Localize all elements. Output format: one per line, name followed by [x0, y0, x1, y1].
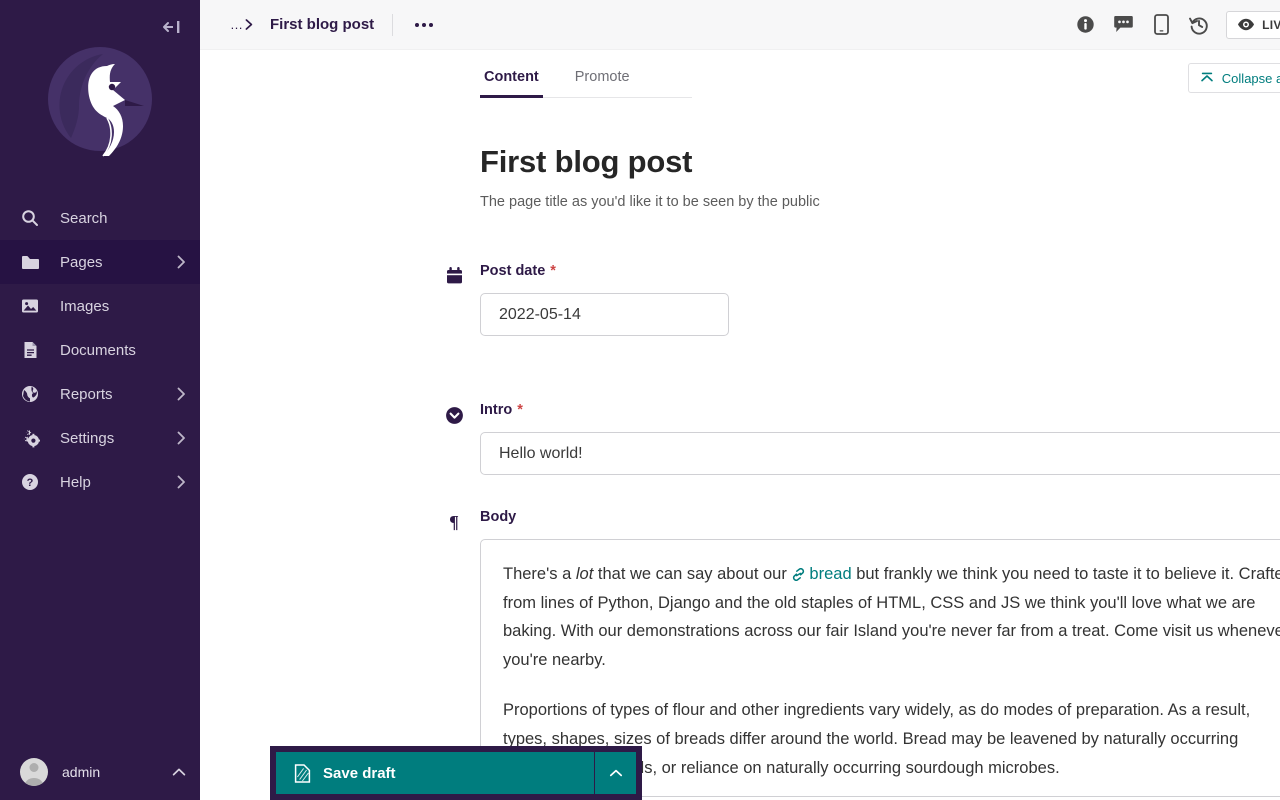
save-draft-label: Save draft [323, 764, 396, 782]
field-post-date: Post date * 2022-05-14 [200, 263, 1280, 336]
field-label-text: Post date [480, 263, 546, 279]
intro-input[interactable]: Hello world! [480, 432, 1280, 475]
sidebar-item-documents[interactable]: Documents [0, 328, 200, 372]
field-intro: Intro * Hello world! [200, 402, 1280, 475]
mobile-preview-icon[interactable] [1142, 6, 1180, 44]
history-icon[interactable] [1180, 6, 1218, 44]
body-text: There's a [503, 565, 576, 583]
calendar-icon [443, 265, 465, 287]
save-options-toggle[interactable] [594, 752, 636, 794]
main-content: … First blog post LIV Content Promote Co… [200, 0, 1280, 800]
comment-icon[interactable] [1104, 6, 1142, 44]
chevron-up-icon [609, 768, 623, 778]
body-text: that we can say about our [593, 565, 792, 583]
divider [392, 13, 394, 36]
live-button[interactable]: LIVE [1226, 10, 1280, 39]
page-title-breadcrumb: First blog post [270, 16, 375, 33]
action-bar: Save draft [270, 746, 642, 800]
chevron-right-icon [244, 18, 254, 31]
sidebar-item-label: Settings [60, 429, 115, 447]
globe-icon [20, 384, 40, 404]
tab-content[interactable]: Content [480, 69, 543, 98]
link-icon [791, 568, 806, 581]
page-title: First blog post [480, 144, 693, 179]
draft-document-icon [294, 763, 311, 783]
breadcrumb[interactable]: … [230, 17, 254, 32]
sidebar-item-reports[interactable]: Reports [0, 372, 200, 416]
sidebar-item-label: Images [60, 297, 110, 315]
topbar: … First blog post LIV [200, 0, 1280, 50]
collapse-sidebar-icon[interactable] [156, 12, 190, 42]
field-label-text: Body [480, 509, 517, 525]
sidebar-nav: Search Pages Images Documents Reports Se… [0, 196, 200, 504]
chevron-right-icon [177, 387, 186, 401]
more-actions-button[interactable] [411, 19, 437, 31]
sidebar-item-label: Pages [60, 253, 103, 271]
search-icon [20, 208, 40, 228]
intro-value: Hello world! [499, 444, 583, 462]
document-icon [20, 340, 40, 360]
user-avatar [20, 758, 48, 786]
collapse-icon [1200, 72, 1214, 84]
chevron-right-icon [177, 475, 186, 489]
sidebar-item-settings[interactable]: Settings [0, 416, 200, 460]
chevron-right-icon [177, 255, 186, 269]
folder-icon [20, 252, 40, 272]
field-label: Body [480, 509, 1280, 525]
sidebar-item-label: Help [60, 473, 91, 491]
breadcrumb-ellipsis: … [230, 17, 243, 32]
tabs-bar: Content Promote Collapse all [200, 50, 1280, 98]
post-date-input[interactable]: 2022-05-14 [480, 293, 729, 336]
sidebar-item-label: Reports [60, 385, 113, 403]
tabs: Content Promote [480, 50, 692, 98]
field-label: Post date * [480, 263, 1280, 279]
pilcrow-icon: ¶ [443, 511, 465, 533]
sidebar-item-label: Search [60, 209, 108, 227]
body-emphasis: lot [575, 565, 594, 583]
form-minimap[interactable] [1273, 115, 1280, 315]
tab-label: Content [484, 69, 539, 85]
chevron-up-icon [172, 767, 186, 777]
gear-icon [20, 428, 40, 448]
save-draft-button[interactable]: Save draft [276, 752, 594, 794]
field-label-text: Intro [480, 402, 513, 418]
sidebar-item-label: Documents [60, 341, 136, 359]
sidebar-item-images[interactable]: Images [0, 284, 200, 328]
tab-promote[interactable]: Promote [571, 69, 634, 97]
wagtail-admin-page: Search Pages Images Documents Reports Se… [0, 0, 1280, 800]
image-icon [20, 296, 40, 316]
sidebar-user-menu[interactable]: admin [0, 744, 200, 800]
bread-link[interactable]: bread [791, 565, 852, 583]
info-icon[interactable] [1066, 6, 1104, 44]
chevron-down-circle-icon [443, 404, 465, 426]
sidebar-user-name: admin [62, 764, 101, 780]
body-paragraph-1: There's a lot that we can say about our … [503, 560, 1280, 674]
collapse-all-label: Collapse all [1221, 70, 1280, 86]
sidebar-item-pages[interactable]: Pages [0, 240, 200, 284]
wagtail-bird-logo[interactable] [41, 40, 159, 158]
live-label: LIVE [1262, 17, 1280, 32]
svg-text:?: ? [27, 477, 34, 489]
required-marker: * [517, 402, 523, 418]
sidebar: Search Pages Images Documents Reports Se… [0, 0, 200, 800]
svg-text:¶: ¶ [449, 513, 459, 531]
post-date-value: 2022-05-14 [499, 305, 581, 323]
page-header: First blog post The page title as you'd … [200, 98, 1280, 210]
sidebar-item-help[interactable]: ? Help [0, 460, 200, 504]
bread-link-label: bread [809, 565, 852, 583]
field-label: Intro * [480, 402, 1280, 418]
tab-label: Promote [574, 69, 630, 85]
required-marker: * [550, 263, 556, 279]
question-circle-icon: ? [20, 472, 40, 492]
chevron-right-icon [177, 431, 186, 445]
sidebar-item-search[interactable]: Search [0, 196, 200, 240]
collapse-all-button[interactable]: Collapse all [1187, 63, 1280, 93]
page-title-help-text: The page title as you'd like it to be se… [480, 194, 820, 210]
page-form: First blog post The page title as you'd … [200, 98, 1280, 798]
eye-icon [1237, 18, 1255, 31]
